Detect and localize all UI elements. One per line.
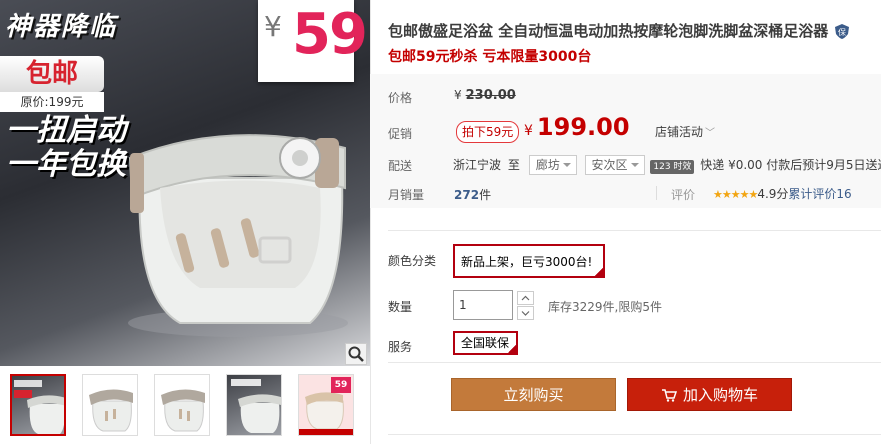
monthly-sales-label: 月销量 <box>388 188 425 202</box>
coupon-badge: 拍下59元 <box>456 121 520 143</box>
section-divider-2 <box>388 362 881 363</box>
rating-stars-icon: ★★★★★ <box>713 188 758 201</box>
delivery-time-badge: 123 时效 <box>650 160 695 174</box>
monthly-sales: 272件 <box>454 186 491 203</box>
shop-activity-label: 店铺活动 <box>655 125 704 139</box>
quantity-increase-button[interactable] <box>517 291 534 305</box>
stock-info: 库存3229件,限购5件 <box>548 300 662 314</box>
add-to-cart-button[interactable]: 加入购物车 <box>627 378 792 411</box>
chevron-down-icon <box>521 311 530 316</box>
tub-thumb-graphic <box>161 389 205 432</box>
price-tag-value: 59 <box>292 2 368 67</box>
shop-activity-dropdown[interactable]: 店铺活动 ﹀ <box>655 123 715 140</box>
service-label: 服务 <box>388 340 413 354</box>
original-price-currency: ¥ <box>454 88 462 102</box>
color-label: 颜色分类 <box>388 254 437 268</box>
promo-label: 促销 <box>388 127 413 141</box>
sales-separator <box>656 186 657 200</box>
thumbnail-4[interactable] <box>226 374 282 436</box>
delivery-to-word: 至 <box>507 158 520 172</box>
thumbnail-1[interactable] <box>10 374 66 436</box>
svg-text:保: 保 <box>838 27 846 37</box>
promo-price-value: 199.00 <box>536 113 630 141</box>
price-tag-currency: ¥ <box>264 10 282 43</box>
main-product-image[interactable]: 神器降临 ¥ 59 包邮 原价:199元 一扭启动 一年包换 <box>0 0 370 366</box>
quantity-input[interactable]: 1 <box>453 290 513 320</box>
delivery-from: 浙江宁波 <box>453 158 502 172</box>
column-divider <box>370 0 371 444</box>
rating-label: 评价 <box>671 188 696 202</box>
quantity-label: 数量 <box>388 300 413 314</box>
price-label: 价格 <box>388 91 413 105</box>
thumb-mini-price: 59 <box>334 380 348 390</box>
section-divider-1 <box>388 230 881 231</box>
color-option-selected[interactable]: 新品上架，巨亏3000台! <box>453 244 605 278</box>
original-price-value: 230.00 <box>465 88 516 103</box>
cart-icon <box>661 389 678 402</box>
promo-price-currency: ¥ <box>524 123 533 139</box>
tub-thumb-graphic <box>89 389 133 432</box>
review-count-link[interactable]: 累计评价16 <box>788 187 851 201</box>
magnifier-icon <box>348 346 364 362</box>
thumbnail-3[interactable] <box>154 374 210 436</box>
tub-thumb-graphic <box>14 380 64 434</box>
rating-score: 4.9分 <box>757 187 789 201</box>
promo-price: ¥199.00 <box>524 113 630 141</box>
price-tag-graphic: ¥ 59 <box>258 0 368 82</box>
quantity-decrease-button[interactable] <box>517 306 534 320</box>
promo-slogan: 一扭启动 一年包换 <box>6 114 126 182</box>
delivery-label: 配送 <box>388 159 413 173</box>
delivery-express: 快递 ¥0.00 付款后预计9月5日送达 <box>700 158 881 172</box>
delivery-info: 浙江宁波 至 廊坊 安次区 123 时效 快递 ¥0.00 付款后预计9月5日送… <box>453 155 881 175</box>
monthly-sales-unit: 件 <box>479 188 492 202</box>
thumbnail-2[interactable] <box>82 374 138 436</box>
chevron-down-icon: ﹀ <box>705 128 716 139</box>
promo-headline: 神器降临 <box>5 12 118 42</box>
add-to-cart-label: 加入购物车 <box>682 386 758 404</box>
tub-thumb-graphic <box>231 379 281 433</box>
buy-now-button[interactable]: 立刻购买 <box>451 378 616 411</box>
product-title: 包邮傲盛足浴盆 全自动恒温电动加热按摩轮泡脚洗脚盆深桶足浴器 <box>388 22 829 40</box>
slogan-line-1: 一扭启动 <box>6 113 126 148</box>
original-price: ¥230.00 <box>454 88 516 103</box>
city-select[interactable]: 廊坊 <box>528 155 577 175</box>
thumb-mini-price-badge: 59 <box>331 377 351 393</box>
product-subtitle: 包邮59元秒杀 亏本限量3000台 <box>388 49 592 65</box>
slogan-line-2: 一年包换 <box>6 147 126 182</box>
chevron-up-icon <box>521 295 530 301</box>
thumbnail-5[interactable]: 59 <box>298 374 354 436</box>
shield-icon: 保 <box>835 24 849 39</box>
rating-summary[interactable]: ★★★★★4.9分累计评价16 <box>713 185 852 202</box>
foot-spa-illustration <box>128 134 348 337</box>
thumbnail-strip: 59 <box>0 372 370 444</box>
free-shipping-banner: 包邮 <box>0 56 104 92</box>
service-option-selected[interactable]: 全国联保 <box>453 331 518 355</box>
original-price-banner: 原价:199元 <box>0 92 104 112</box>
section-divider-3 <box>388 434 881 435</box>
monthly-sales-count: 272 <box>454 188 480 202</box>
zoom-button[interactable] <box>345 343 367 365</box>
district-select[interactable]: 安次区 <box>584 155 645 175</box>
